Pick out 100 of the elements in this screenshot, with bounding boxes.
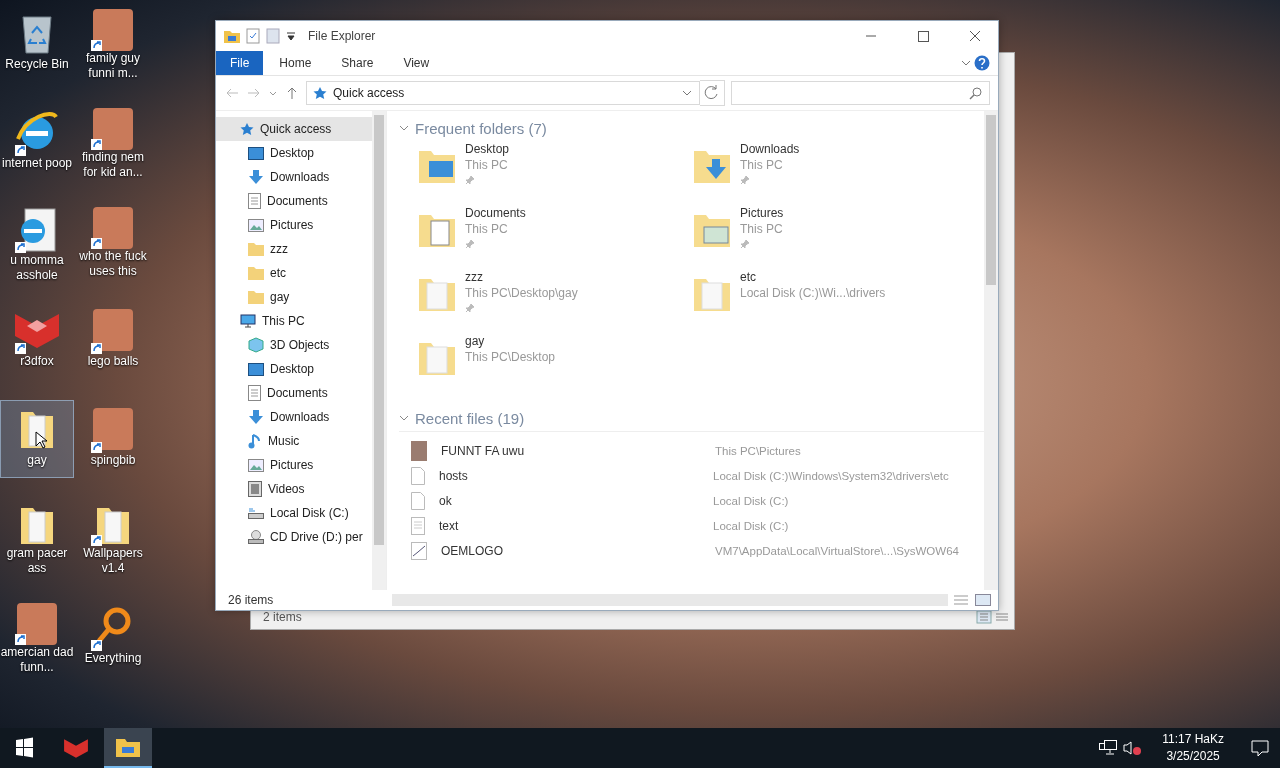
nav-item[interactable]: Downloads [216, 165, 372, 189]
document-icon [248, 385, 261, 401]
file-location: Local Disk (C:) [713, 494, 789, 507]
picture-placeholder [93, 207, 133, 249]
properties-icon[interactable] [246, 28, 260, 44]
file-row[interactable]: hosts Local Disk (C:)\Windows\System32\drivers\etc [399, 463, 984, 488]
folder-name[interactable]: Documents [465, 205, 526, 221]
ribbon-tab[interactable]: File [216, 51, 264, 75]
chevron-down-icon[interactable] [960, 58, 972, 68]
folder-icon [116, 737, 140, 757]
desktop-icon[interactable]: internet poop [0, 103, 74, 181]
pin-icon[interactable] [740, 175, 750, 185]
desktop-icon[interactable]: family guy funni m... [76, 4, 150, 82]
desktop-icon[interactable]: Everything [76, 598, 150, 676]
file-location: Local Disk (C:) [713, 519, 789, 532]
nav-item[interactable]: gay [216, 285, 372, 309]
download-arrow-icon [248, 409, 264, 425]
scrollbar[interactable] [984, 111, 998, 590]
nav-item[interactable]: 3D Objects [216, 333, 372, 357]
desktop-icon[interactable]: who the fuck uses this [76, 202, 150, 280]
folder-name[interactable]: Desktop [465, 141, 510, 157]
ribbon-tab[interactable]: Home [265, 51, 326, 75]
picture-placeholder [93, 9, 133, 51]
desktop-icon[interactable]: Wallpapers v1.4 [76, 499, 150, 577]
cube-icon [248, 337, 264, 353]
notification-icon[interactable] [1250, 738, 1270, 758]
status-text: 2 items [263, 610, 302, 624]
window-title: File Explorer [308, 29, 376, 43]
document-icon [248, 193, 261, 209]
tiles-view-icon[interactable] [974, 593, 992, 607]
nav-item[interactable]: This PC [216, 309, 372, 333]
file-row[interactable]: FUNNT FA uwu This PC\Pictures [399, 438, 984, 463]
pin-icon[interactable] [465, 175, 475, 185]
nav-item[interactable]: Documents [216, 189, 372, 213]
refresh-icon[interactable] [700, 80, 725, 106]
desktop-icon[interactable]: amercian dad funn... [0, 598, 74, 676]
folder-name[interactable]: etc [740, 269, 886, 285]
view-toggle-icon[interactable] [976, 610, 1010, 624]
desktop-icon[interactable]: gram pacer ass [0, 499, 74, 577]
desktop-icon [248, 146, 264, 160]
clock-date[interactable]: 3/25/2025 [1166, 748, 1220, 765]
group-header[interactable]: Frequent folders (7) [399, 115, 984, 141]
scrollbar[interactable] [372, 111, 386, 590]
folder-name[interactable]: Pictures [740, 205, 784, 221]
nav-item[interactable]: Desktop [216, 141, 372, 165]
nav-item[interactable]: Pictures [216, 453, 372, 477]
folder-name[interactable]: zzz [465, 269, 578, 285]
nav-item[interactable]: zzz [216, 237, 372, 261]
new-folder-icon[interactable] [266, 28, 280, 44]
desktop-icon[interactable]: u momma asshole [0, 202, 74, 280]
file-location: Local Disk (C:)\Windows\System32\drivers\etc [713, 469, 949, 482]
file-row[interactable]: ok Local Disk (C:) [399, 488, 984, 513]
ribbon-tab[interactable]: Share [327, 51, 388, 75]
group-header[interactable]: Recent files (19) [399, 405, 984, 432]
folder-location: This PC [740, 221, 784, 237]
desktop-icon[interactable]: Recycle Bin [0, 4, 74, 82]
nav-item[interactable]: Desktop [216, 357, 372, 381]
nav-item[interactable]: CD Drive (D:) per [216, 525, 372, 549]
picture-placeholder [93, 309, 133, 351]
desktop-icon[interactable]: finding nem for kid an... [76, 103, 150, 181]
pin-icon[interactable] [465, 303, 475, 313]
help-icon[interactable] [974, 55, 990, 71]
folder-location: This PC\Desktop\gay [465, 285, 578, 301]
folder-name[interactable]: Downloads [740, 141, 800, 157]
nav-item[interactable]: Quick access [216, 117, 372, 141]
dropdown-icon[interactable] [286, 31, 296, 41]
ribbon-tab[interactable]: View [389, 51, 444, 75]
nav-item[interactable]: Videos [216, 477, 372, 501]
file-row[interactable]: OEMLOGO VM7\AppData\Local\VirtualStore\...\SysWOW64 [399, 538, 984, 563]
file-icon [411, 491, 425, 510]
taskbar-app[interactable] [104, 728, 152, 768]
folder-location: This PC [465, 221, 509, 237]
file-icon [411, 466, 425, 485]
picture-placeholder [93, 108, 133, 150]
nav-item[interactable]: Downloads [216, 405, 372, 429]
disc-drive-icon [248, 530, 264, 544]
star-icon [240, 122, 254, 136]
folder-icon [224, 29, 240, 43]
desktop-icon[interactable]: gay [0, 400, 74, 478]
nav-item[interactable]: Music [216, 429, 372, 453]
clock-time[interactable]: 11:17 HaKz [1162, 731, 1224, 748]
network-icon[interactable] [1098, 739, 1119, 757]
box-logo-icon [63, 737, 89, 759]
search-field[interactable] [731, 81, 990, 105]
nav-item[interactable]: Documents [216, 381, 372, 405]
desktop-icon[interactable]: lego balls [76, 301, 150, 379]
details-view-icon[interactable] [952, 593, 970, 607]
chevron-icon [399, 413, 409, 423]
pin-icon[interactable] [465, 239, 475, 249]
nav-item[interactable]: etc [216, 261, 372, 285]
desktop-icon[interactable]: r3dfox [0, 301, 74, 379]
mouse-pointer-icon [35, 431, 47, 449]
folder-name[interactable]: gay [465, 333, 556, 349]
address-bar[interactable]: Quick access [306, 81, 700, 105]
file-row[interactable]: text Local Disk (C:) [399, 513, 984, 538]
nav-item[interactable]: Local Disk (C:) [216, 501, 372, 525]
pin-icon[interactable] [740, 239, 750, 249]
search-icon [969, 86, 983, 100]
desktop-icon[interactable]: spingbib [76, 400, 150, 478]
nav-item[interactable]: Pictures [216, 213, 372, 237]
